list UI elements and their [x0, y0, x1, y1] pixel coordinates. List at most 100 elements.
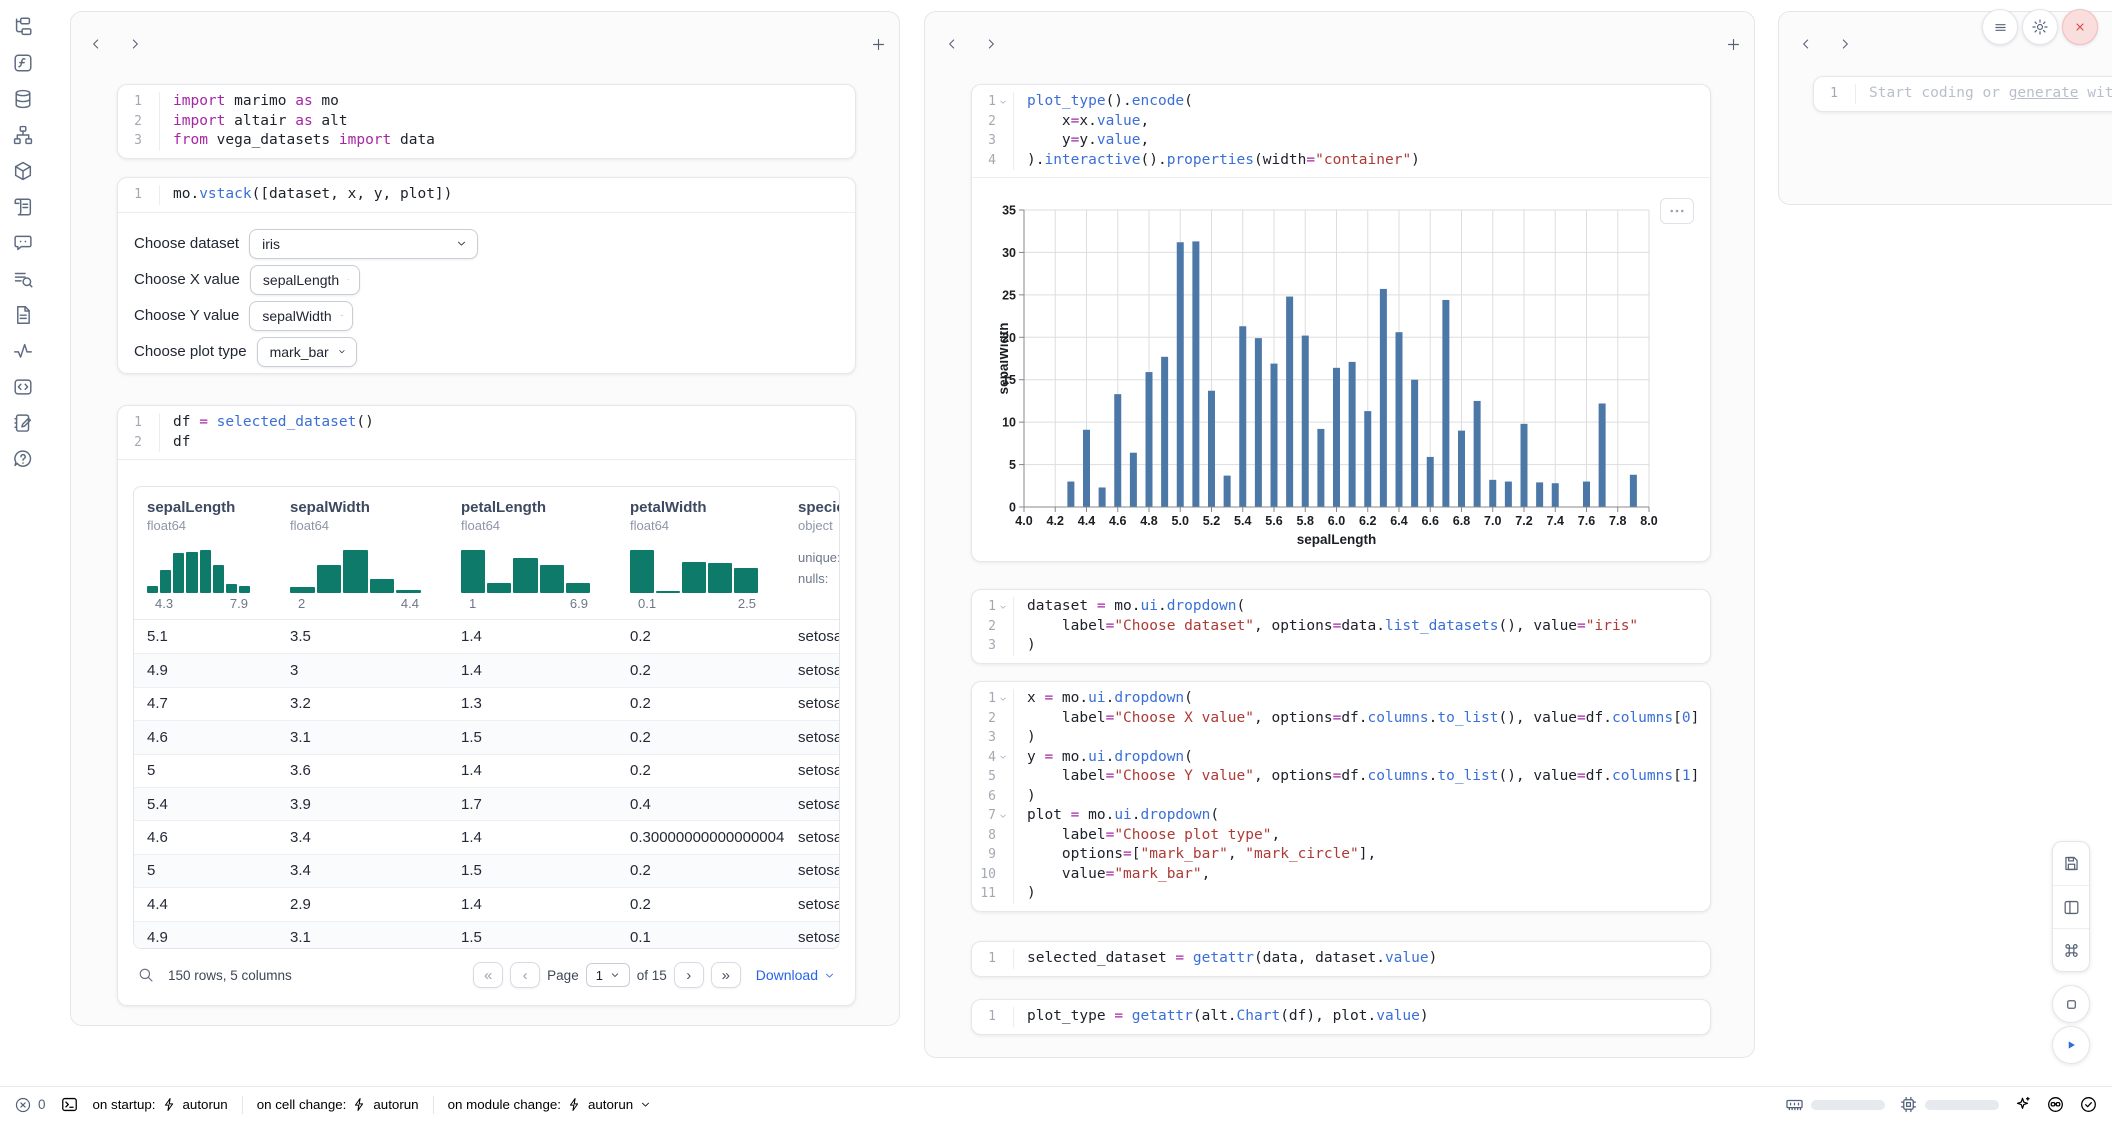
- layout-toggle-button[interactable]: [2053, 885, 2089, 928]
- copilot-button[interactable]: [2046, 1095, 2065, 1114]
- sidebar-snippets-button[interactable]: [12, 375, 35, 398]
- add-cell-button[interactable]: [867, 33, 889, 55]
- shutdown-button[interactable]: [2062, 9, 2098, 45]
- code-line: 2import altair as alt: [118, 112, 855, 132]
- layout-panel-icon: [2062, 898, 2081, 917]
- code-editor-empty[interactable]: 1Start coding or generate with AI.: [1814, 77, 2112, 111]
- sidebar-help-button[interactable]: [12, 447, 35, 470]
- sidebar-logs-button[interactable]: [12, 195, 35, 218]
- runtime-config-on-startup[interactable]: on startup:autorun: [93, 1097, 228, 1112]
- code-line: 2 x=x.value,: [972, 112, 1710, 132]
- table-search-button[interactable]: [137, 966, 155, 984]
- sidebar-tracing-button[interactable]: [12, 339, 35, 362]
- svg-text:8.0: 8.0: [1640, 514, 1657, 528]
- code-editor-selected-dataset[interactable]: 1selected_dataset = getattr(data, datase…: [972, 942, 1710, 976]
- code-editor-df[interactable]: 1df = selected_dataset()2df: [118, 406, 855, 459]
- code-editor-imports[interactable]: 1import marimo as mo2import altair as al…: [118, 85, 855, 158]
- floating-toolbar: [2052, 841, 2090, 972]
- code-line: 5 label="Choose Y value", options=df.col…: [972, 767, 1710, 787]
- control-row: Choose datasetiris: [134, 229, 855, 259]
- cell-dataframe: 1df = selected_dataset()2df sepalLengthf…: [117, 405, 856, 1006]
- save-button[interactable]: [2053, 842, 2089, 885]
- settings-button[interactable]: [2022, 9, 2058, 45]
- sidebar-dependency-graph-button[interactable]: [12, 123, 35, 146]
- terminal-button[interactable]: [60, 1095, 79, 1114]
- code-line: 3from vega_datasets import data: [118, 131, 855, 151]
- connection-status-button[interactable]: [2079, 1095, 2098, 1114]
- chart-menu-button[interactable]: [1660, 198, 1694, 224]
- code-editor-xyplot[interactable]: 1x = mo.ui.dropdown(2 label="Choose X va…: [972, 682, 1710, 911]
- chevron-down-icon: [609, 969, 621, 981]
- code-line: 2df: [118, 433, 855, 453]
- control-row: Choose plot typemark_bar: [134, 337, 855, 367]
- run-all-button[interactable]: [2052, 1026, 2090, 1064]
- sidebar-datasources-button[interactable]: [12, 87, 35, 110]
- column-header-species[interactable]: speciesobjectunique:nulls:: [798, 487, 840, 619]
- download-button[interactable]: Download: [756, 967, 836, 983]
- next-page-button[interactable]: ›: [674, 962, 704, 988]
- vega-bar-chart[interactable]: 051015202530354.04.24.44.64.85.05.25.45.…: [1000, 197, 1700, 549]
- column-scroll-right-button[interactable]: [124, 33, 146, 55]
- copilot-icon: [2046, 1095, 2065, 1114]
- activity-sidebar: [0, 0, 46, 1086]
- add-cell-button[interactable]: [1722, 33, 1744, 55]
- notebook-column-2: 1plot_type().encode(2 x=x.value,3 y=y.va…: [924, 11, 1755, 1058]
- keyboard-shortcuts-button[interactable]: [2053, 928, 2089, 971]
- svg-text:5.8: 5.8: [1297, 514, 1314, 528]
- code-line: 4y = mo.ui.dropdown(: [972, 748, 1710, 768]
- column-scroll-right-button[interactable]: [980, 33, 1002, 55]
- menu-icon: [1992, 19, 2009, 36]
- app-view-button[interactable]: [2052, 985, 2090, 1023]
- play-icon: [2062, 1036, 2080, 1054]
- code-line: 3 y=y.value,: [972, 131, 1710, 151]
- sidebar-documentation-button[interactable]: [12, 303, 35, 326]
- code-editor-vstack[interactable]: 1mo.vstack([dataset, x, y, plot]): [118, 178, 855, 212]
- column-scroll-left-button[interactable]: [941, 33, 963, 55]
- column-scroll-left-button[interactable]: [1795, 33, 1817, 55]
- sidebar-file-explorer-button[interactable]: [12, 15, 35, 38]
- cell-output-chart: 051015202530354.04.24.44.64.85.05.25.45.…: [972, 177, 1710, 561]
- first-page-button[interactable]: «: [473, 962, 503, 988]
- last-page-button[interactable]: »: [711, 962, 741, 988]
- column-header-petalWidth[interactable]: petalWidthfloat640.12.5: [630, 487, 798, 619]
- column-histogram: [147, 543, 250, 593]
- column-scroll-right-button[interactable]: [1834, 33, 1856, 55]
- runtime-config-on-cell-change[interactable]: on cell change:autorun: [257, 1097, 419, 1112]
- code-line: 1Start coding or generate with AI.: [1814, 84, 2112, 104]
- column-histogram: [461, 543, 590, 593]
- table-row: 4.63.41.40.30000000000000004setosa: [134, 820, 839, 853]
- notebook-menu-button[interactable]: [1982, 9, 2018, 45]
- runtime-config-on-module-change[interactable]: on module change:autorun: [448, 1097, 653, 1112]
- dropdown-choose-y-value[interactable]: sepalWidth: [249, 301, 353, 331]
- code-line: 11): [972, 884, 1710, 904]
- column-scroll-left-button[interactable]: [85, 33, 107, 55]
- code-line: 3): [972, 728, 1710, 748]
- sidebar-packages-button[interactable]: [12, 159, 35, 182]
- column-header-sepalLength[interactable]: sepalLengthfloat644.37.9: [134, 487, 290, 619]
- code-editor-dataset[interactable]: 1dataset = mo.ui.dropdown(2 label="Choos…: [972, 590, 1710, 663]
- page-select[interactable]: 1: [586, 963, 630, 987]
- sidebar-table-of-contents-button[interactable]: [12, 267, 35, 290]
- window-controls: [1982, 9, 2098, 45]
- svg-text:25: 25: [1002, 288, 1016, 302]
- code-editor-plot[interactable]: 1plot_type().encode(2 x=x.value,3 y=y.va…: [972, 85, 1710, 177]
- sidebar-variables-button[interactable]: [12, 51, 35, 74]
- svg-text:30: 30: [1002, 246, 1016, 260]
- column-header-petalLength[interactable]: petalLengthfloat6416.9: [461, 487, 630, 619]
- page-count-label: of 15: [637, 968, 667, 983]
- dropdown-choose-dataset[interactable]: iris: [249, 229, 478, 259]
- code-line: 1plot_type = getattr(alt.Chart(df), plot…: [972, 1007, 1710, 1027]
- page-label: Page: [547, 968, 579, 983]
- dropdown-choose-plot-type[interactable]: mark_bar: [257, 337, 357, 367]
- error-count-badge[interactable]: 0: [14, 1096, 46, 1114]
- code-editor-plot-type[interactable]: 1plot_type = getattr(alt.Chart(df), plot…: [972, 1000, 1710, 1034]
- svg-text:6.4: 6.4: [1390, 514, 1407, 528]
- ai-assist-button[interactable]: [2013, 1095, 2032, 1114]
- sidebar-scratchpad-button[interactable]: [12, 411, 35, 434]
- sidebar-ai-chat-button[interactable]: [12, 231, 35, 254]
- svg-text:5: 5: [1009, 458, 1016, 472]
- dropdown-choose-x-value[interactable]: sepalLength: [250, 265, 360, 295]
- dropdown-label: Choose Y value: [134, 307, 239, 324]
- column-header-sepalWidth[interactable]: sepalWidthfloat6424.4: [290, 487, 461, 619]
- prev-page-button[interactable]: ‹: [510, 962, 540, 988]
